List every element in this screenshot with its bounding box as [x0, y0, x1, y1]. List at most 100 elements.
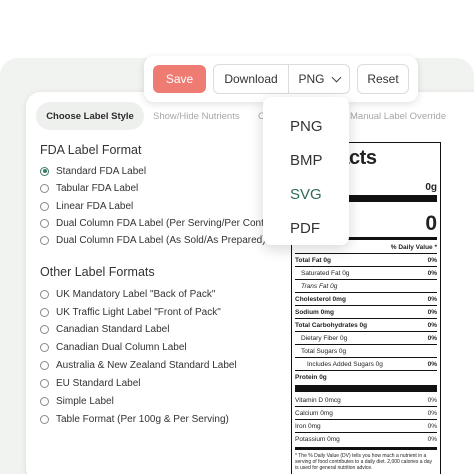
nutrient-dv: 0%: [427, 256, 437, 264]
format-option-bmp[interactable]: BMP: [263, 143, 349, 177]
radio-label: Linear FDA Label: [56, 200, 134, 212]
nutrient-name: Sodium 0mg: [295, 308, 335, 316]
vitamin-name: Iron 0mg: [295, 422, 321, 430]
vitamin-name: Calcium 0mg: [295, 409, 333, 417]
nutrient-row: Total Sugars 0g: [295, 344, 437, 357]
nutrient-name: Saturated Fat 0g: [301, 269, 350, 277]
vitamin-row: Iron 0mg 0%: [295, 419, 437, 432]
serving-size-value: 0g: [425, 182, 437, 193]
radio-indicator: [40, 307, 49, 317]
save-button[interactable]: Save: [153, 65, 206, 93]
vitamin-dv: 0%: [427, 422, 437, 430]
tab-manual-label-override[interactable]: Manual Label Override: [350, 102, 446, 130]
format-option-png[interactable]: PNG: [263, 109, 349, 143]
radio-canadian-dual[interactable]: Canadian Dual Column Label: [40, 339, 187, 355]
radio-label: Dual Column FDA Label (As Sold/As Prepar…: [56, 234, 266, 246]
nutrient-name: Dietary Fiber 0g: [301, 334, 348, 342]
other-section-title: Other Label Formats: [40, 265, 155, 279]
nutrient-row: Includes Added Sugars 0g 0%: [295, 357, 437, 370]
nutrient-dv: 0%: [427, 360, 437, 368]
nutrient-name: Total Carbohydrates 0g: [295, 321, 368, 329]
tab-choose-label-style[interactable]: Choose Label Style: [36, 102, 144, 130]
radio-indicator: [40, 166, 49, 176]
radio-indicator: [40, 183, 49, 193]
daily-value-footnote: * The % Daily Value (DV) tells you how m…: [295, 453, 433, 471]
radio-table-format[interactable]: Table Format (Per 100g & Per Serving): [40, 411, 229, 427]
chevron-down-icon: [331, 72, 341, 82]
nutrient-dv: 0%: [427, 308, 437, 316]
radio-label: Simple Label: [56, 395, 114, 407]
nutrient-name: Total Sugars 0g: [301, 347, 347, 355]
tab-show-hide-nutrients[interactable]: Show/Hide Nutrients: [153, 102, 240, 130]
radio-label: Canadian Dual Column Label: [56, 341, 187, 353]
nutrient-row: Saturated Fat 0g 0%: [295, 266, 437, 279]
format-select-value: PNG: [298, 72, 325, 86]
radio-indicator: [40, 360, 49, 370]
radio-indicator: [40, 324, 49, 334]
radio-uk-traffic-light[interactable]: UK Traffic Light Label "Front of Pack": [40, 304, 221, 320]
vitamin-dv: 0%: [427, 435, 437, 443]
radio-linear-fda[interactable]: Linear FDA Label: [40, 198, 133, 214]
radio-dual-column-container[interactable]: Dual Column FDA Label (Per Serving/Per C…: [40, 215, 283, 231]
radio-uk-mandatory[interactable]: UK Mandatory Label "Back of Pack": [40, 286, 215, 302]
radio-indicator: [40, 342, 49, 352]
radio-label: Standard FDA Label: [56, 165, 147, 177]
radio-label: UK Mandatory Label "Back of Pack": [56, 288, 216, 300]
vitamin-name: Vitamin D 0mcg: [295, 396, 341, 404]
format-dropdown-menu: PNG BMP SVG PDF: [263, 97, 349, 245]
vitamin-row: Vitamin D 0mcg 0%: [295, 394, 437, 406]
nutrient-row: Sodium 0mg 0%: [295, 305, 437, 318]
vitamin-dv: 0%: [427, 396, 437, 404]
rule-thick: [295, 385, 437, 392]
settings-tabs: Choose Label Style Show/Hide Nutrients C…: [36, 102, 474, 130]
radio-label: Table Format (Per 100g & Per Serving): [56, 413, 229, 425]
radio-indicator: [40, 396, 49, 406]
radio-indicator: [40, 235, 49, 245]
radio-label: Canadian Standard Label: [56, 323, 170, 335]
radio-label: Dual Column FDA Label (Per Serving/Per C…: [56, 217, 283, 229]
nutrient-name: Includes Added Sugars 0g: [307, 360, 383, 368]
radio-dual-column-as-sold[interactable]: Dual Column FDA Label (As Sold/As Prepar…: [40, 232, 266, 248]
radio-eu-standard[interactable]: EU Standard Label: [40, 375, 141, 391]
nutrient-row: Cholesterol 0mg 0%: [295, 292, 437, 305]
nutrient-row: Total Fat 0g 0%: [295, 253, 437, 266]
calories-value: 0: [425, 212, 437, 235]
radio-indicator: [40, 218, 49, 228]
vitamin-dv: 0%: [427, 409, 437, 417]
nutrient-row: Trans Fat 0g: [295, 279, 437, 292]
format-option-pdf[interactable]: PDF: [263, 211, 349, 245]
nutrient-dv: 0%: [427, 269, 437, 277]
nutrient-row: Total Carbohydrates 0g 0%: [295, 318, 437, 331]
radio-standard-fda[interactable]: Standard FDA Label: [40, 163, 146, 179]
radio-tabular-fda[interactable]: Tabular FDA Label: [40, 180, 138, 196]
radio-label: EU Standard Label: [56, 377, 141, 389]
fda-section-title: FDA Label Format: [40, 143, 142, 157]
vitamin-name: Potassium 0mg: [295, 435, 340, 443]
download-button[interactable]: Download: [213, 64, 289, 94]
radio-australia-nz[interactable]: Australia & New Zealand Standard Label: [40, 357, 237, 373]
nutrient-row: Protein 0g: [295, 370, 437, 383]
radio-indicator: [40, 289, 49, 299]
nutrient-row: Dietary Fiber 0g 0%: [295, 331, 437, 344]
radio-label: Tabular FDA Label: [56, 182, 139, 194]
radio-label: UK Traffic Light Label "Front of Pack": [56, 306, 221, 318]
radio-simple-label[interactable]: Simple Label: [40, 393, 114, 409]
vitamin-row: Potassium 0mg 0%: [295, 432, 437, 445]
nutrient-dv: 0%: [427, 295, 437, 303]
radio-indicator: [40, 201, 49, 211]
radio-indicator: [40, 378, 49, 388]
format-option-svg[interactable]: SVG: [263, 177, 349, 211]
nutrient-name: Trans Fat 0g: [301, 282, 338, 290]
radio-canadian-standard[interactable]: Canadian Standard Label: [40, 321, 169, 337]
radio-indicator: [40, 414, 49, 424]
reset-button[interactable]: Reset: [357, 64, 409, 94]
nutrient-name: Cholesterol 0mg: [295, 295, 346, 303]
nutrient-name: Total Fat 0g: [295, 256, 331, 264]
nutrient-dv: 0%: [427, 334, 437, 342]
radio-label: Australia & New Zealand Standard Label: [56, 359, 237, 371]
format-select[interactable]: PNG: [288, 64, 350, 94]
nutrient-dv: 0%: [427, 321, 437, 329]
vitamin-row: Calcium 0mg 0%: [295, 406, 437, 419]
rule-medium: [295, 447, 437, 450]
nutrient-name: Protein 0g: [295, 373, 327, 381]
